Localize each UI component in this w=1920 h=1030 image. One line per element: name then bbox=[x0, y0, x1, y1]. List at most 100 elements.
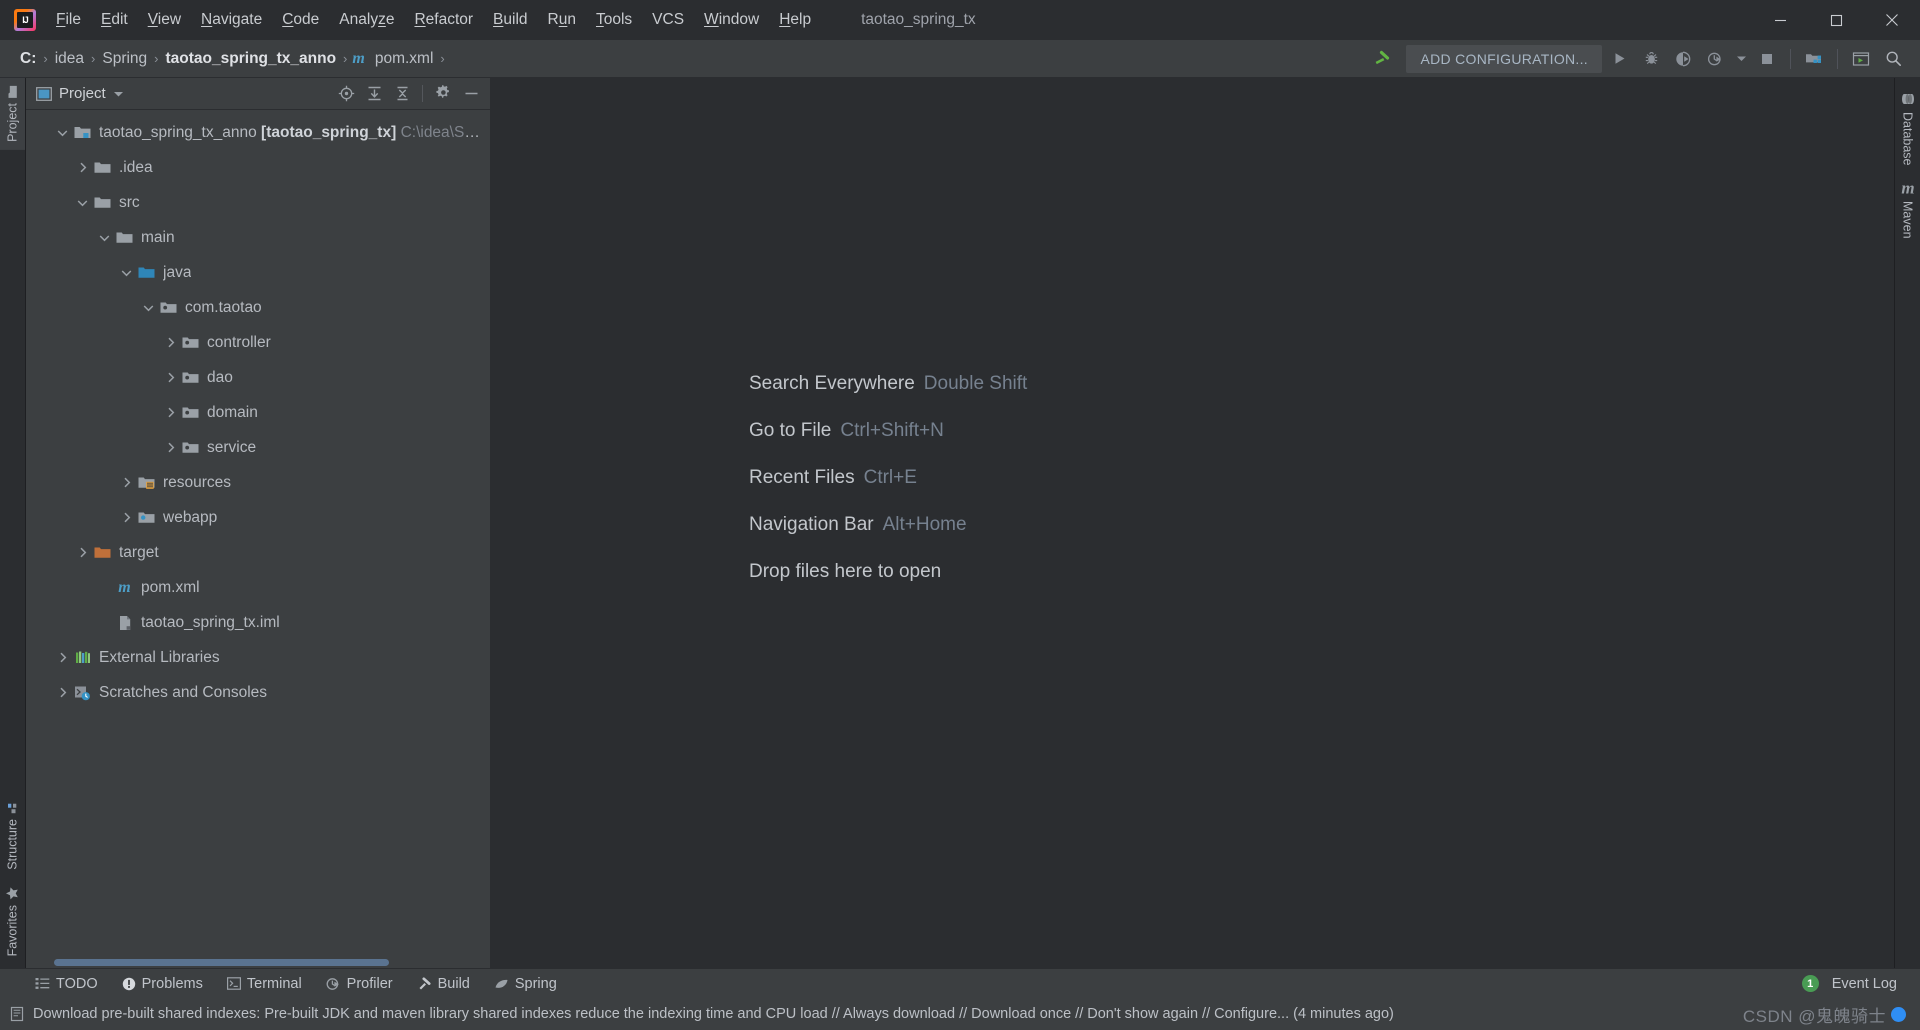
chevron-right-icon[interactable] bbox=[74, 544, 91, 561]
rail-tab-database[interactable]: Database bbox=[1896, 84, 1920, 174]
menu-file[interactable]: File bbox=[46, 8, 91, 32]
chevron-down-icon[interactable] bbox=[96, 229, 113, 246]
rail-tab-maven[interactable]: m Maven bbox=[1893, 174, 1920, 247]
package-icon bbox=[181, 404, 200, 421]
select-opened-file-button[interactable] bbox=[333, 82, 359, 106]
csdn-watermark: CSDN @鬼魄骑士 bbox=[1743, 1002, 1910, 1027]
breadcrumb-item-0[interactable]: C: bbox=[16, 48, 40, 70]
toolwindow-todo[interactable]: TODO bbox=[26, 973, 107, 995]
tree-row[interactable]: dao bbox=[26, 360, 490, 395]
project-folder-icon bbox=[8, 86, 17, 98]
tree-row[interactable]: domain bbox=[26, 395, 490, 430]
breadcrumb-item-4[interactable]: pom.xml bbox=[371, 48, 438, 70]
menu-edit[interactable]: Edit bbox=[91, 8, 138, 32]
toolwindow-spring[interactable]: Spring bbox=[485, 973, 566, 995]
tree-row[interactable]: taotao_spring_tx.iml bbox=[26, 605, 490, 640]
chevron-down-icon[interactable] bbox=[54, 124, 71, 141]
rail-tab-project[interactable]: Project bbox=[0, 78, 25, 150]
breadcrumb-item-2[interactable]: Spring bbox=[98, 48, 151, 70]
settings-button[interactable] bbox=[430, 82, 456, 106]
tree-row-label: target bbox=[119, 543, 159, 561]
add-configuration-button[interactable]: ADD CONFIGURATION... bbox=[1406, 44, 1602, 73]
chevron-right-icon[interactable] bbox=[118, 474, 135, 491]
tree-row[interactable]: controller bbox=[26, 325, 490, 360]
project-panel-title[interactable]: Project bbox=[36, 85, 124, 102]
chevron-right-icon[interactable] bbox=[118, 509, 135, 526]
menu-build[interactable]: Build bbox=[483, 8, 537, 32]
chevron-right-icon[interactable] bbox=[162, 369, 179, 386]
breadcrumb-item-3[interactable]: taotao_spring_tx_anno bbox=[162, 48, 341, 70]
spring-leaf-icon bbox=[495, 979, 508, 988]
chevron-right-icon[interactable] bbox=[54, 684, 71, 701]
chevron-right-icon[interactable] bbox=[162, 334, 179, 351]
tree-row[interactable]: m pom.xml bbox=[26, 570, 490, 605]
updates-button[interactable] bbox=[1846, 45, 1876, 73]
hint-go-to-file: Go to File Ctrl+Shift+N bbox=[749, 420, 1027, 442]
chevron-right-icon[interactable] bbox=[162, 439, 179, 456]
maximize-button[interactable] bbox=[1808, 0, 1864, 40]
project-tree[interactable]: taotao_spring_tx_anno [taotao_spring_tx]… bbox=[26, 110, 490, 956]
csdn-watermark-text: CSDN @鬼魄骑士 bbox=[1742, 1006, 1886, 1026]
tree-row[interactable]: service bbox=[26, 430, 490, 465]
window-project-title: taotao_spring_tx bbox=[861, 11, 976, 28]
toolwindow-build[interactable]: Build bbox=[408, 973, 479, 995]
profiler-dropdown[interactable] bbox=[1732, 45, 1750, 73]
maven-m-icon: m bbox=[1900, 178, 1915, 198]
scrollbar-thumb[interactable] bbox=[54, 958, 389, 966]
menu-vcs[interactable]: VCS bbox=[642, 8, 694, 32]
rail-tab-favorites[interactable]: Favorites bbox=[0, 878, 25, 964]
minimize-button[interactable] bbox=[1752, 0, 1808, 40]
menu-view[interactable]: View bbox=[138, 8, 191, 32]
tree-row[interactable]: Scratches and Consoles bbox=[26, 675, 490, 710]
hide-panel-button[interactable] bbox=[458, 82, 484, 106]
menu-tools[interactable]: Tools bbox=[586, 8, 642, 32]
tree-row-label: dao bbox=[207, 368, 233, 386]
collapse-all-button[interactable] bbox=[389, 82, 415, 106]
tree-row[interactable]: taotao_spring_tx_anno [taotao_spring_tx]… bbox=[26, 115, 490, 150]
expand-all-button[interactable] bbox=[361, 82, 387, 106]
scrollbar-track[interactable] bbox=[32, 958, 484, 966]
project-structure-button[interactable] bbox=[1799, 45, 1829, 73]
close-button[interactable] bbox=[1864, 0, 1920, 40]
debug-button[interactable] bbox=[1636, 45, 1666, 73]
chevron-down-icon[interactable] bbox=[140, 299, 157, 316]
tree-row[interactable]: .idea bbox=[26, 150, 490, 185]
tree-row[interactable]: webapp bbox=[26, 500, 490, 535]
tree-row[interactable]: External Libraries bbox=[26, 640, 490, 675]
menu-window[interactable]: Window bbox=[694, 8, 769, 32]
tree-row[interactable]: main bbox=[26, 220, 490, 255]
breadcrumb-item-1[interactable]: idea bbox=[51, 48, 88, 70]
run-with-coverage-button[interactable] bbox=[1668, 45, 1698, 73]
status-notification[interactable]: Download pre-built shared indexes: Pre-b… bbox=[10, 1006, 1394, 1022]
chevron-right-icon[interactable] bbox=[162, 404, 179, 421]
tree-row[interactable]: resources bbox=[26, 465, 490, 500]
search-everywhere-button[interactable] bbox=[1878, 45, 1908, 73]
menu-navigate[interactable]: Navigate bbox=[191, 8, 272, 32]
tree-row[interactable]: src bbox=[26, 185, 490, 220]
menu-refactor[interactable]: Refactor bbox=[404, 8, 483, 32]
chevron-right-icon[interactable] bbox=[54, 649, 71, 666]
menu-analyze[interactable]: Analyze bbox=[329, 8, 404, 32]
menu-run[interactable]: Run bbox=[538, 8, 586, 32]
tree-row[interactable]: com.taotao bbox=[26, 290, 490, 325]
left-tool-rail: Project Structure Favorites bbox=[0, 78, 26, 968]
profiler-button[interactable] bbox=[1700, 45, 1730, 73]
toolwindow-terminal[interactable]: Terminal bbox=[218, 973, 311, 995]
rail-tab-structure[interactable]: Structure bbox=[0, 794, 25, 878]
stop-button[interactable] bbox=[1752, 45, 1782, 73]
toolwindow-problems[interactable]: Problems bbox=[113, 973, 212, 995]
main-menu: File Edit View Navigate Code Analyze Ref… bbox=[46, 0, 821, 40]
chevron-down-icon[interactable] bbox=[74, 194, 91, 211]
menu-code[interactable]: Code bbox=[272, 8, 329, 32]
chevron-down-icon[interactable] bbox=[118, 264, 135, 281]
rail-tab-project-label: Project bbox=[5, 103, 20, 142]
tree-row[interactable]: java bbox=[26, 255, 490, 290]
tree-row[interactable]: target bbox=[26, 535, 490, 570]
chevron-right-icon[interactable] bbox=[74, 159, 91, 176]
project-tree-hscrollbar[interactable] bbox=[26, 956, 490, 968]
menu-help[interactable]: Help bbox=[769, 8, 821, 32]
toolwindow-event-log[interactable]: 1 Event Log bbox=[1793, 972, 1906, 995]
toolwindow-profiler[interactable]: Profiler bbox=[317, 973, 402, 995]
run-button[interactable] bbox=[1604, 45, 1634, 73]
build-hammer-icon[interactable] bbox=[1368, 46, 1396, 72]
